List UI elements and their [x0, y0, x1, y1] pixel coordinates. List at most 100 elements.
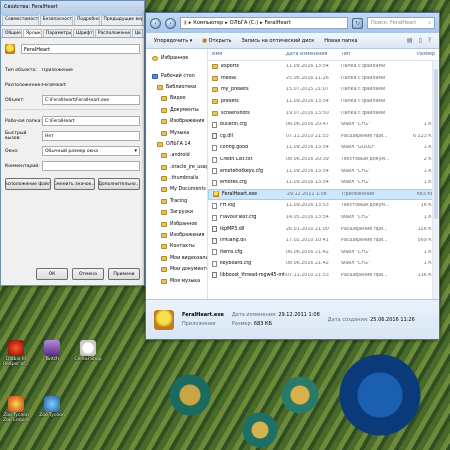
- desktop-icon-diablo[interactable]: Diablo III Reaper of...: [2, 340, 30, 367]
- file-name-cell: emotehotkeys.cfg: [208, 168, 286, 175]
- target-field[interactable]: C:\FeralHeart\FeralHeart.exe: [42, 95, 140, 105]
- comment-field[interactable]: [42, 161, 140, 171]
- nav-item[interactable]: ОЛЬГА 14: [146, 139, 207, 150]
- forward-icon[interactable]: ›: [165, 17, 176, 29]
- vertical-scrollbar[interactable]: [432, 61, 439, 299]
- nav-item[interactable]: Рабочий стол: [146, 70, 207, 81]
- file-row[interactable]: cg.dll 07.11.2010 21:53 Расширение при... 6…: [208, 131, 439, 143]
- file-row[interactable]: presets 11.09.2016 13:54 Папка с файлами: [208, 96, 439, 108]
- open-file-location-button[interactable]: Расположение файла: [5, 178, 51, 190]
- nav-item[interactable]: Избранное: [146, 53, 207, 64]
- nav-item[interactable]: Мои видеозаписи: [146, 253, 207, 264]
- workdir-field[interactable]: C:\FeralHeart: [42, 116, 140, 126]
- organize-label: Упорядочить: [154, 37, 189, 44]
- nav-item-label: Избранное: [170, 221, 198, 227]
- file-row[interactable]: my_presets 15.07.2015 21:07 Папка с файлам…: [208, 84, 439, 96]
- cancel-button[interactable]: Отмена: [72, 268, 104, 280]
- desktop-icon-label: Cereal Shop: [74, 357, 102, 362]
- file-row[interactable]: Credit List.txt 08.06.2016 20:39 Текстовый…: [208, 154, 439, 166]
- document-icon: [212, 144, 217, 151]
- tab-layout[interactable]: Расположение: [94, 29, 131, 37]
- nav-item[interactable]: .thumbnails: [146, 173, 207, 184]
- help-icon[interactable]: ?: [428, 37, 431, 44]
- dll-file-icon: [212, 237, 217, 244]
- ok-button[interactable]: ОК: [36, 268, 68, 280]
- file-row[interactable]: keyboard.cfg 08.06.2016 21:42 Файл "CFG" 1 …: [208, 258, 439, 270]
- desktop-icon-zoo-tycoon[interactable]: Zoo Tycoon: [38, 396, 66, 418]
- back-icon[interactable]: ‹: [150, 17, 161, 29]
- nav-item[interactable]: .oracle_jre_usage: [146, 162, 207, 173]
- desktop-icon-twitch[interactable]: Twitch: [38, 340, 66, 362]
- preview-pane-icon[interactable]: ▯: [419, 37, 422, 44]
- column-name[interactable]: Имя: [208, 52, 286, 57]
- workdir-label: Рабочая папка:: [5, 118, 42, 124]
- nav-item[interactable]: Изображения: [146, 116, 207, 127]
- apply-button[interactable]: Примени: [108, 268, 140, 280]
- file-row[interactable]: emotes.cfg 11.09.2016 13:54 Файл "CFG" 1 КБ: [208, 177, 439, 189]
- change-icon-button[interactable]: Сменить значок...: [53, 178, 96, 190]
- file-row[interactable]: FH.log 11.09.2016 13:53 Текстовый докум...…: [208, 200, 439, 212]
- nav-item[interactable]: Музыка: [146, 127, 207, 138]
- details-size-label: Размер:: [231, 321, 253, 327]
- tab-previous-versions[interactable]: Предыдущие верс: [100, 15, 143, 25]
- tab-details[interactable]: Подробно: [73, 15, 100, 25]
- nav-item[interactable]: Мои документы: [146, 264, 207, 275]
- address-bar[interactable]: ▮ ▸ Компьютер ▸ ОЛЬГА (C:) ▸ FeralHeart: [180, 17, 348, 29]
- file-row[interactable]: irrKlang.dll 17.02.2010 10:41 Расширение п…: [208, 235, 439, 247]
- file-row[interactable]: FeralHeart.exe 29.12.2011 1:08 Приложение 6…: [208, 188, 439, 201]
- file-row[interactable]: ikpMP3.dll 26.01.2010 21:00 Расширение при…: [208, 223, 439, 235]
- tab-shortcut[interactable]: Ярлык: [22, 29, 42, 37]
- search-input[interactable]: Поиск: FeralHeart ⌕: [367, 17, 435, 29]
- nav-item[interactable]: Контакты: [146, 241, 207, 252]
- tab-general[interactable]: Общие: [2, 29, 22, 37]
- file-row[interactable]: libboost_thread-mgw45-mt-1_44.dll07.11.2…: [208, 270, 439, 282]
- tab-font[interactable]: Шрифт: [73, 29, 94, 37]
- column-type[interactable]: Тип: [341, 52, 407, 57]
- file-row[interactable]: emotehotkeys.cfg 11.09.2016 13:54 Файл "CF…: [208, 165, 439, 177]
- nav-item[interactable]: Видео: [146, 93, 207, 104]
- column-date[interactable]: Дата изменения: [286, 52, 341, 57]
- file-row[interactable]: items.cfg 06.06.2016 21:42 Файл "CFG" 1 КБ: [208, 247, 439, 259]
- new-folder-button[interactable]: Новая папка: [324, 38, 357, 44]
- window-size-select[interactable]: Обычный размер окна: [42, 146, 140, 156]
- breadcrumb-computer[interactable]: Компьютер: [193, 20, 223, 26]
- file-row[interactable]: config.good 11.09.2016 13:54 Файл "GOOD" 1 …: [208, 142, 439, 154]
- nav-item[interactable]: .android: [146, 150, 207, 161]
- tab-colors[interactable]: Цв: [131, 29, 143, 37]
- view-options-icon[interactable]: ▤: [407, 37, 413, 44]
- tab-options[interactable]: Параметры: [43, 29, 73, 37]
- shortcut-name-field[interactable]: FeralHeart: [21, 44, 140, 54]
- breadcrumb-folder[interactable]: FeralHeart: [265, 20, 291, 26]
- organize-button[interactable]: Упорядочить ▾: [154, 38, 192, 44]
- desktop-icon-zoo-empire[interactable]: Zoo Tycoon Zoo Empire: [2, 396, 30, 423]
- folder-icon: [161, 210, 167, 216]
- file-row[interactable]: screenshots 19.07.2016 13:50 Папка с файла…: [208, 107, 439, 119]
- hotkey-field[interactable]: Нет: [42, 131, 140, 141]
- breadcrumb-drive[interactable]: ОЛЬГА (C:): [230, 20, 258, 26]
- tab-compatibility[interactable]: Совместимость: [2, 15, 39, 25]
- nav-item[interactable]: Документы: [146, 105, 207, 116]
- nav-item[interactable]: My Documents: [146, 184, 207, 195]
- file-row[interactable]: exports 11.09.2016 13:54 Папка с файлами: [208, 61, 439, 73]
- desktop-background: Diablo III Reaper of... Twitch Cereal Sh…: [0, 0, 450, 450]
- column-size[interactable]: Размер: [407, 52, 439, 57]
- nav-item[interactable]: Библиотеки: [146, 82, 207, 93]
- scrollbar-thumb[interactable]: [434, 69, 438, 219]
- nav-item[interactable]: Tracing: [146, 196, 207, 207]
- burn-button[interactable]: Запись на оптический диск: [241, 38, 314, 44]
- file-row[interactable]: bulletin.cfg 08.06.2016 20:47 Файл "CFG" 1 …: [208, 119, 439, 131]
- nav-item[interactable]: Моя музыка: [146, 275, 207, 286]
- file-row[interactable]: media 25.06.2016 11:26 Папка с файлами: [208, 73, 439, 85]
- nav-item[interactable]: Изображения: [146, 230, 207, 241]
- tab-security[interactable]: Безопасность: [39, 15, 73, 25]
- nav-item-label: Избранное: [161, 56, 189, 62]
- file-row[interactable]: FlavourText.cfg 14.05.2016 13:54 Файл "CFG…: [208, 212, 439, 224]
- file-type: Приложение: [342, 191, 375, 197]
- open-button[interactable]: ■ Открыть: [202, 38, 231, 44]
- advanced-button[interactable]: Дополнительно...: [98, 178, 140, 190]
- file-name-cell: ikpMP3.dll: [208, 226, 286, 233]
- nav-item[interactable]: Загрузки: [146, 207, 207, 218]
- refresh-icon[interactable]: ↻: [352, 17, 363, 29]
- nav-item[interactable]: Избранное: [146, 218, 207, 229]
- desktop-icon-cereal-shop[interactable]: Cereal Shop: [74, 340, 102, 362]
